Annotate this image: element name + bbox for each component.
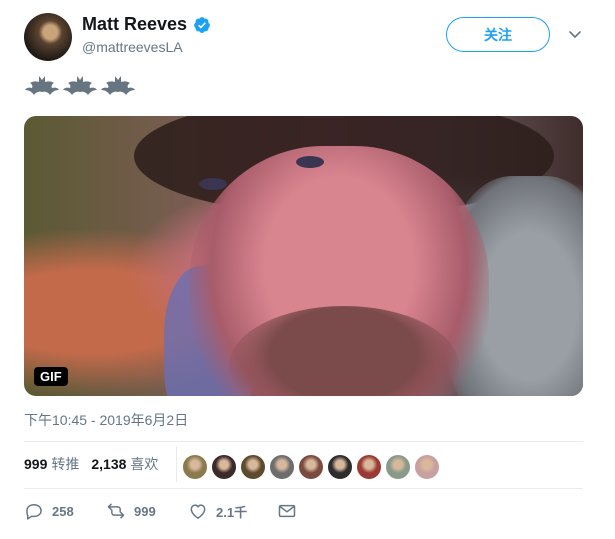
author-handle[interactable]: @mattreevesLA [82, 39, 183, 55]
bat-emoji-icon [25, 76, 59, 95]
tweet-text [24, 74, 136, 102]
follow-button[interactable]: 关注 [446, 17, 550, 52]
retweets-count[interactable]: 999 [24, 456, 47, 472]
liker-avatar[interactable] [385, 454, 411, 480]
bat-emoji-icon [63, 76, 97, 95]
direct-message-button[interactable] [277, 501, 297, 521]
author-name-row[interactable]: Matt Reeves [82, 14, 211, 35]
chevron-down-icon[interactable] [567, 26, 583, 42]
gif-badge: GIF [34, 367, 68, 386]
liker-avatar[interactable] [298, 454, 324, 480]
tweet-gif-media[interactable]: GIF [24, 116, 583, 396]
reply-button[interactable]: 258 [24, 501, 76, 521]
like-count: 2.1千 [216, 504, 248, 520]
retweet-icon [107, 503, 125, 519]
likes-count[interactable]: 2,138 [91, 456, 126, 472]
liker-avatar[interactable] [414, 454, 440, 480]
likes-label[interactable]: 喜欢 [130, 454, 158, 474]
retweet-count: 999 [134, 503, 156, 519]
engagement-stats: 999 转推 2,138 喜欢 [24, 454, 170, 474]
tweet-actions: 258 999 2.1千 [24, 501, 327, 521]
reply-icon [26, 504, 42, 520]
bat-emoji-icon [101, 76, 135, 95]
envelope-icon [278, 504, 296, 518]
liker-avatar[interactable] [356, 454, 382, 480]
divider-bottom [24, 488, 583, 489]
stats-separator [176, 446, 177, 482]
liker-avatar[interactable] [240, 454, 266, 480]
liker-avatar[interactable] [182, 454, 208, 480]
media-eye-left [199, 178, 227, 190]
divider-top [24, 441, 583, 442]
reply-count: 258 [52, 503, 74, 519]
media-eye-right [296, 156, 324, 168]
like-button[interactable]: 2.1千 [188, 501, 247, 521]
liker-avatar[interactable] [211, 454, 237, 480]
tweet-timestamp[interactable]: 下午10:45 - 2019年6月2日 [24, 410, 188, 430]
liker-avatar[interactable] [269, 454, 295, 480]
author-avatar[interactable] [24, 13, 72, 61]
liker-avatar[interactable] [327, 454, 353, 480]
heart-icon [190, 504, 206, 519]
retweets-label[interactable]: 转推 [51, 454, 79, 474]
liker-avatars [182, 454, 440, 480]
verified-badge-icon [194, 16, 210, 33]
author-display-name[interactable]: Matt Reeves [82, 14, 187, 35]
retweet-button[interactable]: 999 [106, 501, 158, 521]
